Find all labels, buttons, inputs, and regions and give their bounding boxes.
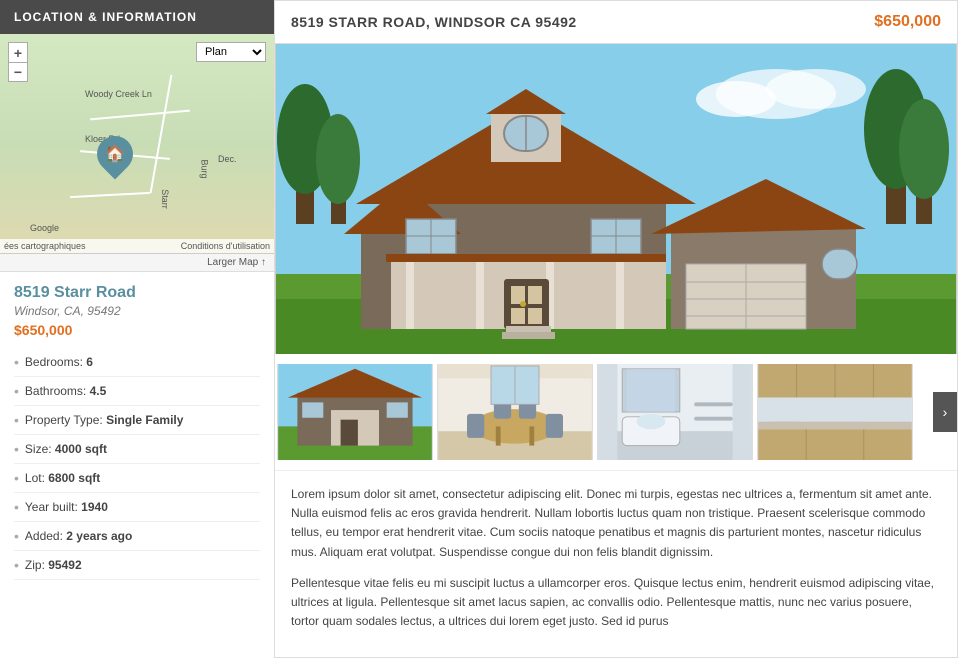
main-image-area bbox=[275, 44, 957, 354]
map-zoom-in-button[interactable]: + bbox=[8, 42, 28, 62]
detail-year-value: 1940 bbox=[78, 500, 108, 514]
map-label-google: Google bbox=[30, 223, 59, 233]
thumbnail-2[interactable] bbox=[435, 362, 595, 462]
description-paragraph-1: Lorem ipsum dolor sit amet, consectetur … bbox=[291, 485, 941, 562]
map-label-dec: Dec. bbox=[218, 154, 237, 164]
property-city: Windsor, CA, 95492 bbox=[14, 304, 260, 318]
detail-bedrooms: Bedrooms: 6 bbox=[14, 348, 260, 377]
map-placeholder: Woody Creek Ln Kloer Rd Burg Dec. Starr … bbox=[0, 34, 274, 253]
detail-bathrooms-value: 4.5 bbox=[86, 384, 106, 398]
map-marker bbox=[97, 136, 133, 172]
detail-zip: Zip: 95492 bbox=[14, 551, 260, 580]
detail-property-type: Property Type: Single Family bbox=[14, 406, 260, 435]
map-type-select[interactable]: Plan Satellite Hybrid bbox=[196, 42, 266, 62]
thumbnail-3[interactable] bbox=[595, 362, 755, 462]
map-footer: ées cartographiques Conditions d'utilisa… bbox=[0, 239, 274, 253]
detail-lot: Lot: 6800 sqft bbox=[14, 464, 260, 493]
description-area: Lorem ipsum dolor sit amet, consectetur … bbox=[275, 471, 957, 657]
property-details-list: Bedrooms: 6 Bathrooms: 4.5 Property Type… bbox=[14, 348, 260, 580]
detail-lot-value: 6800 sqft bbox=[45, 471, 100, 485]
map-controls: + − bbox=[8, 42, 28, 82]
main-title: 8519 STARR ROAD, WINDSOR CA 95492 bbox=[291, 14, 577, 30]
thumbnail-next-button[interactable]: › bbox=[933, 392, 957, 432]
main-header: 8519 STARR ROAD, WINDSOR CA 95492 $650,0… bbox=[275, 1, 957, 44]
map-label-starr: Starr bbox=[160, 189, 170, 209]
property-info: 8519 Starr Road Windsor, CA, 95492 $650,… bbox=[0, 272, 274, 592]
map-marker-icon bbox=[90, 129, 141, 180]
house-image bbox=[275, 44, 957, 354]
detail-added-value: 2 years ago bbox=[63, 529, 132, 543]
larger-map-link[interactable]: Larger Map ↑ bbox=[0, 254, 274, 272]
main-price: $650,000 bbox=[874, 13, 941, 31]
detail-added: Added: 2 years ago bbox=[14, 522, 260, 551]
map-zoom-out-button[interactable]: − bbox=[8, 62, 28, 82]
map-label-burg: Burg bbox=[200, 159, 210, 178]
larger-map-label: Larger Map ↑ bbox=[207, 257, 266, 268]
description-paragraph-2: Pellentesque vitae felis eu mi suscipit … bbox=[291, 574, 941, 632]
thumbnail-4[interactable] bbox=[755, 362, 915, 462]
map-footer-cartography: ées cartographiques bbox=[4, 241, 86, 251]
map-type-dropdown[interactable]: Plan Satellite Hybrid bbox=[196, 42, 266, 62]
map-label-woody-creek: Woody Creek Ln bbox=[85, 89, 152, 99]
detail-zip-value: 95492 bbox=[45, 558, 82, 572]
detail-size: Size: 4000 sqft bbox=[14, 435, 260, 464]
detail-type-value: Single Family bbox=[103, 413, 184, 427]
sidebar: LOCATION & INFORMATION Woody Creek Ln Kl… bbox=[0, 0, 275, 658]
sidebar-price: $650,000 bbox=[14, 322, 260, 338]
map-area: Woody Creek Ln Kloer Rd Burg Dec. Starr … bbox=[0, 34, 274, 254]
property-address: 8519 Starr Road bbox=[14, 284, 260, 302]
detail-year-built: Year built: 1940 bbox=[14, 493, 260, 522]
thumbnail-1[interactable] bbox=[275, 362, 435, 462]
detail-bathrooms: Bathrooms: 4.5 bbox=[14, 377, 260, 406]
detail-size-value: 4000 sqft bbox=[52, 442, 107, 456]
main-content: 8519 STARR ROAD, WINDSOR CA 95492 $650,0… bbox=[275, 0, 958, 658]
map-conditions: Conditions d'utilisation bbox=[181, 241, 270, 251]
thumbnail-strip: › bbox=[275, 354, 957, 471]
detail-bedrooms-value: 6 bbox=[83, 355, 93, 369]
sidebar-header: LOCATION & INFORMATION bbox=[0, 0, 274, 34]
